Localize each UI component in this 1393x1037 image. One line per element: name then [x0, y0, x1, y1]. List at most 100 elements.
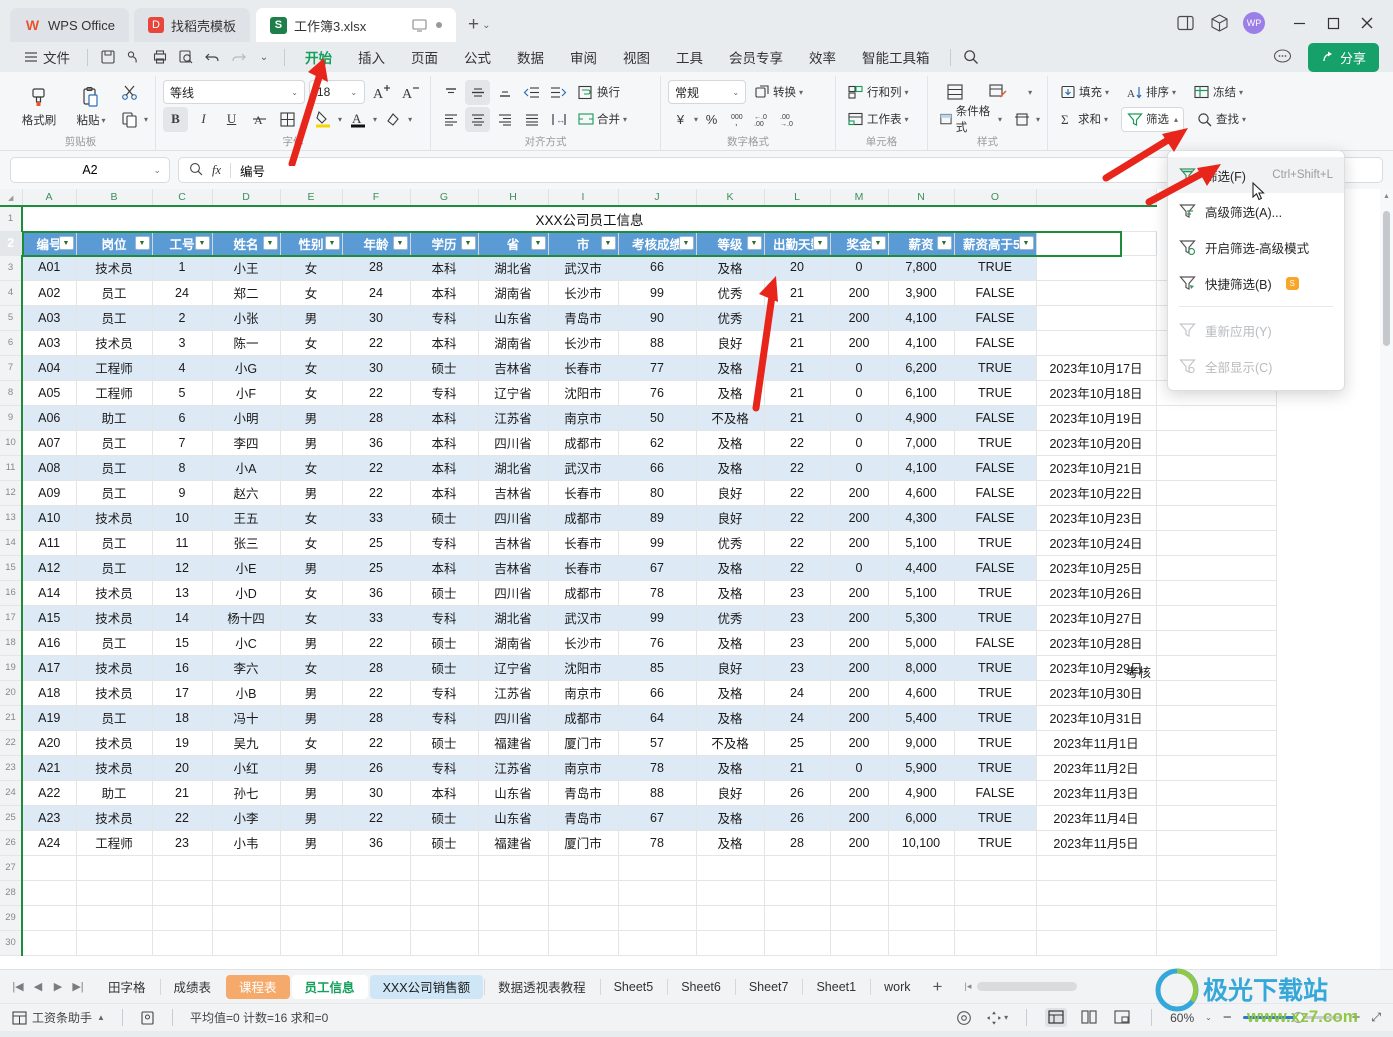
table-cell[interactable]: 9 — [152, 480, 213, 506]
table-cell[interactable]: 硕士 — [410, 580, 479, 606]
column-header-A[interactable]: A — [22, 189, 77, 207]
filter-menu-item-0[interactable]: 筛选(F) Ctrl+Shift+L — [1168, 157, 1344, 193]
table-cell[interactable]: 硕士 — [410, 655, 479, 681]
template-tab[interactable]: D 找稻壳模板 — [133, 8, 250, 42]
table-cell[interactable]: 成都市 — [548, 505, 619, 531]
row-header-3[interactable]: 3 — [0, 255, 23, 281]
table-cell[interactable]: 青岛市 — [548, 305, 619, 331]
chevron-down-icon[interactable]: ▾ — [1004, 1013, 1008, 1022]
table-cell[interactable]: 200 — [830, 480, 889, 506]
table-cell[interactable]: 200 — [830, 580, 889, 606]
table-cell[interactable]: 57 — [618, 730, 697, 756]
table-cell[interactable]: 女 — [280, 330, 343, 356]
empty-cell[interactable] — [548, 880, 619, 906]
table-row[interactable]: 10 A07 员工 7 李四男 36 本科 四川省 成都市 62 及格 22 0 7,000 TRUE 202… — [0, 430, 1277, 456]
chevron-down-icon[interactable]: ⌄ — [482, 20, 490, 31]
ribbon-tab-7[interactable]: 工具 — [663, 44, 716, 70]
table-cell[interactable]: 福建省 — [478, 730, 549, 756]
filter-button[interactable]: 筛选 ▴ — [1121, 106, 1185, 132]
empty-cell[interactable] — [696, 880, 765, 906]
table-header-cell[interactable]: 薪资 ▼ — [888, 231, 955, 255]
sheet-table[interactable]: ◢ A B C D E F G H I J K L M N O 1 XXX公司员工信息 2 编号 ▼ 岗位 ▼ 工号 ▼ 姓名 ▼ 性… — [0, 189, 1277, 956]
column-header-G[interactable]: G — [410, 189, 479, 207]
table-cell[interactable]: 36 — [342, 830, 411, 856]
vertical-scrollbar[interactable]: ▲ — [1380, 189, 1393, 969]
table-cell[interactable]: 四川省 — [478, 705, 549, 731]
table-cell[interactable]: 2023年10月18日 — [1036, 380, 1157, 406]
sum-button[interactable]: Σ 求和 ▾ — [1055, 107, 1113, 132]
table-cell[interactable]: 67 — [618, 555, 697, 581]
table-cell[interactable]: TRUE — [954, 655, 1037, 681]
table-cell[interactable]: 2023年10月19日 — [1036, 405, 1157, 431]
table-header-cell[interactable]: 出勤天数 ▼ — [764, 231, 831, 255]
table-cell[interactable]: 200 — [830, 830, 889, 856]
decrease-decimal-icon[interactable]: .00 →.0 — [777, 107, 802, 132]
table-cell[interactable]: 厦门市 — [548, 730, 619, 756]
table-cell[interactable]: 本科 — [410, 780, 479, 806]
table-cell[interactable]: 23 — [764, 580, 831, 606]
empty-cell[interactable] — [280, 905, 343, 931]
scroll-up-icon[interactable]: ▲ — [1383, 193, 1390, 200]
empty-cell[interactable] — [1156, 605, 1277, 631]
table-cell[interactable]: 专科 — [410, 605, 479, 631]
empty-cell[interactable] — [410, 930, 479, 956]
row-header-20[interactable]: 20 — [0, 680, 23, 706]
thousands-separator-icon[interactable]: 000, — [725, 107, 750, 132]
table-cell[interactable]: TRUE — [954, 680, 1037, 706]
table-cell[interactable]: 女 — [280, 505, 343, 531]
table-cell[interactable]: 28 — [342, 655, 411, 681]
row-header-14[interactable]: 14 — [0, 530, 23, 556]
table-row[interactable]: 15 A12 员工 12 小E 男 25 本科 吉林省 长春市 67 及格 22 0 4,400 FALSE 2… — [0, 555, 1277, 581]
table-cell[interactable]: 23 — [152, 830, 213, 856]
print-icon[interactable] — [147, 45, 173, 69]
table-cell[interactable]: 技术员 — [76, 755, 153, 781]
borders-icon[interactable] — [275, 107, 300, 132]
empty-cell[interactable] — [830, 930, 889, 956]
row-header-8[interactable]: 8 — [0, 380, 23, 406]
table-cell[interactable]: A10 — [22, 505, 77, 531]
table-cell[interactable]: FALSE — [954, 280, 1037, 306]
table-cell[interactable]: 6,100 — [888, 380, 955, 406]
maximize-button[interactable] — [1323, 13, 1343, 33]
table-cell[interactable]: 78 — [618, 580, 697, 606]
table-cell[interactable]: A18 — [22, 680, 77, 706]
table-cell[interactable]: A19 — [22, 705, 77, 731]
row-header-23[interactable]: 23 — [0, 755, 23, 781]
row-header-15[interactable]: 15 — [0, 555, 23, 581]
table-cell[interactable]: 福建省 — [478, 830, 549, 856]
table-cell[interactable]: 23 — [764, 655, 831, 681]
table-cell[interactable]: 30 — [342, 355, 411, 381]
table-cell[interactable]: 2023年10月20日 — [1036, 430, 1157, 456]
table-cell[interactable]: 小红 — [212, 755, 281, 781]
filter-dropdown-icon[interactable]: ▼ — [936, 236, 952, 251]
table-cell[interactable]: 专科 — [410, 705, 479, 731]
table-cell[interactable]: 24 — [342, 280, 411, 306]
table-cell[interactable]: 21 — [764, 280, 831, 306]
chevron-down-icon[interactable]: ▾ — [303, 115, 307, 124]
empty-cell[interactable] — [548, 855, 619, 881]
table-cell[interactable]: 山东省 — [478, 305, 549, 331]
empty-cell[interactable] — [548, 930, 619, 956]
chevron-down-icon[interactable]: ▾ — [623, 115, 627, 124]
row-header-19[interactable]: 19 — [0, 655, 23, 681]
empty-cell[interactable] — [76, 880, 153, 906]
table-cell[interactable]: 0 — [830, 255, 889, 281]
table-cell[interactable]: 本科 — [410, 455, 479, 481]
filter-dropdown-icon[interactable]: ▼ — [812, 236, 828, 251]
table-cell[interactable]: 76 — [618, 380, 697, 406]
table-cell[interactable]: 湖北省 — [478, 605, 549, 631]
empty-cell[interactable] — [954, 880, 1037, 906]
table-cell[interactable]: 200 — [830, 730, 889, 756]
table-cell[interactable]: 16 — [152, 655, 213, 681]
scrollbar-thumb[interactable] — [1383, 211, 1390, 346]
table-cell[interactable]: 四川省 — [478, 430, 549, 456]
column-header-J[interactable]: J — [618, 189, 697, 207]
sheet-tab-6[interactable]: Sheet5 — [599, 975, 667, 999]
table-row[interactable]: 22 A20 技术员 19 吴九女 22 硕士 福建省 厦门市 57 不及格 25 200 9,000 TR… — [0, 730, 1277, 756]
table-cell[interactable]: 20 — [152, 755, 213, 781]
table-cell[interactable]: 员工 — [76, 480, 153, 506]
table-cell[interactable]: 男 — [280, 680, 343, 706]
table-cell[interactable]: 女 — [280, 255, 343, 281]
table-header-cell[interactable]: 姓名 ▼ — [212, 231, 281, 255]
ribbon-tab-3[interactable]: 公式 — [451, 44, 504, 70]
